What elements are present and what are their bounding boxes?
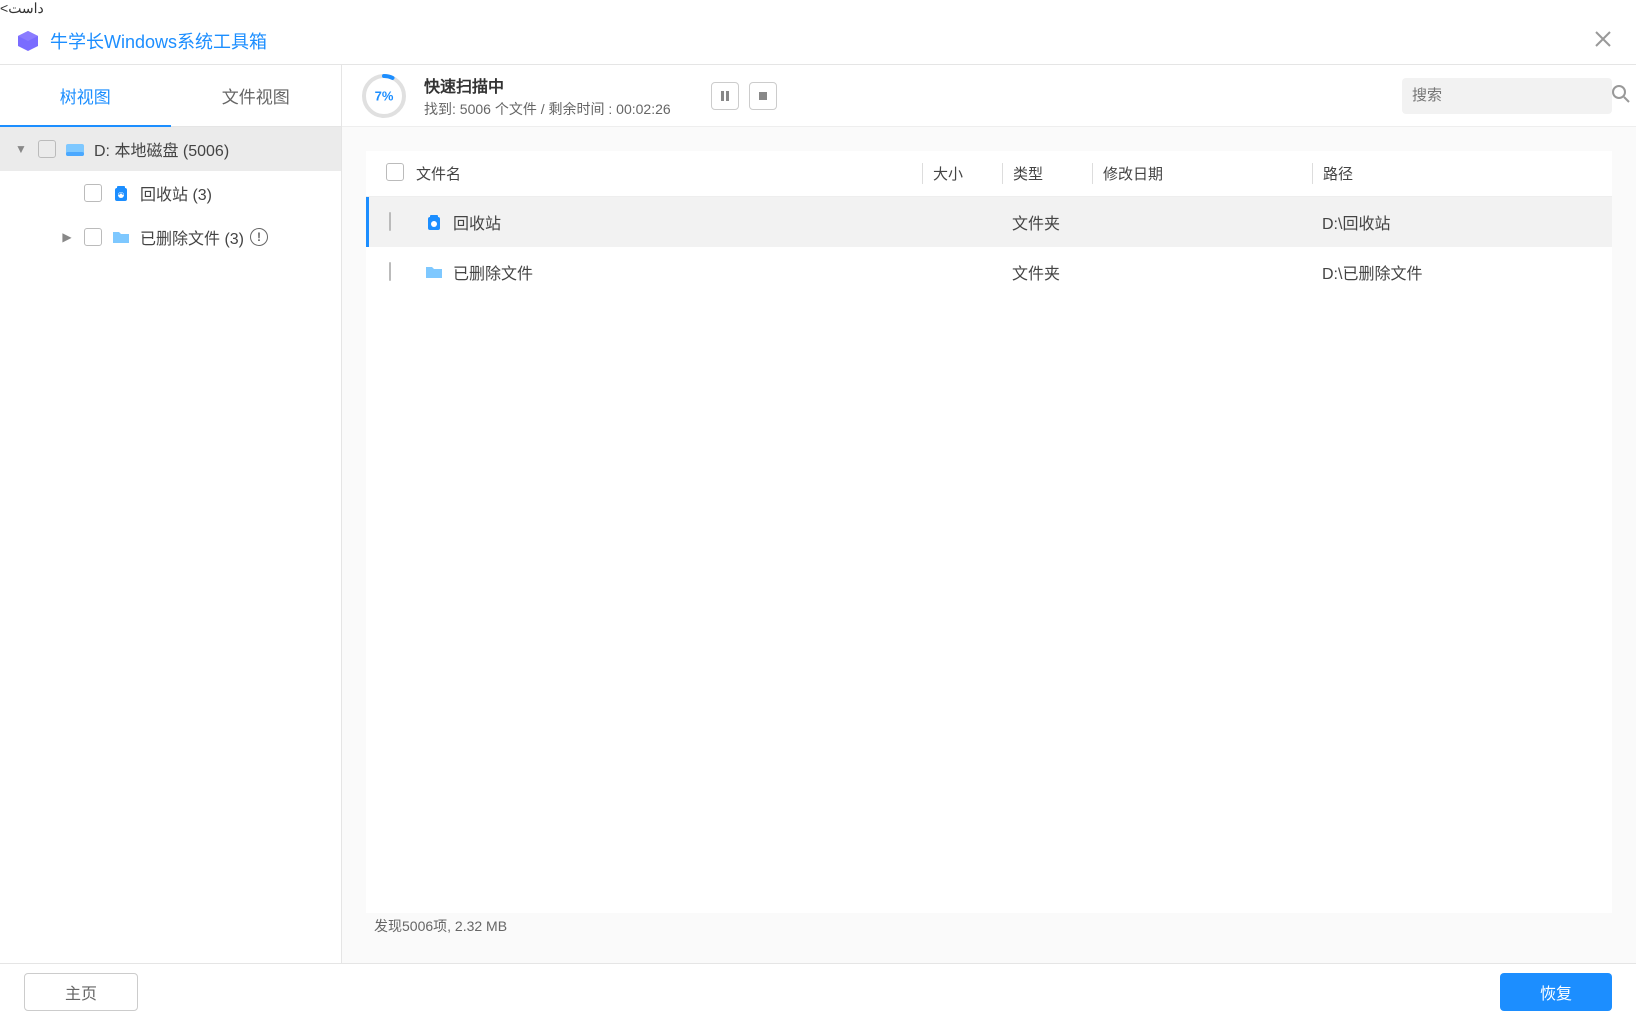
row-path: D:\已删除文件 [1312,260,1592,284]
file-table: 文件名 大小 类型 修改日期 路径 回收站 [366,151,1612,913]
info-icon[interactable]: ! [250,228,268,246]
chevron-down-icon[interactable]: ▼ [12,140,30,158]
tree-item-label: 已删除文件 (3) [140,225,244,249]
sidebar: 树视图 文件视图 ▼ D: 本地磁盘 (5006) 回收站 ( [0,65,342,963]
folder-icon [110,226,132,248]
checkbox[interactable] [84,184,102,202]
remaining-time: 00:02:26 [616,101,671,117]
tab-file-view[interactable]: 文件视图 [171,65,342,126]
chevron-right-icon[interactable]: ▶ [58,228,76,246]
col-header-path[interactable]: 路径 [1312,163,1592,184]
tree-item-label: D: 本地磁盘 (5006) [94,137,229,161]
app-title: 牛学长Windows系统工具箱 [50,28,1586,54]
tree: ▼ D: 本地磁盘 (5006) 回收站 (3) ▶ [0,127,341,963]
titlebar: 牛学长Windows系统工具箱 [0,17,1636,65]
progress-percent: 7% [375,88,394,103]
row-type: 文件夹 [1002,260,1092,284]
col-header-size[interactable]: 大小 [922,163,1002,184]
scan-controls [711,82,777,110]
tree-item-disk[interactable]: ▼ D: 本地磁盘 (5006) [0,127,341,171]
select-all-checkbox[interactable] [386,163,404,181]
bottom-bar: 主页 恢复 [0,963,1636,1019]
search-box[interactable] [1402,78,1612,114]
scan-title: 快速扫描中 [424,73,671,97]
stop-button[interactable] [749,82,777,110]
recover-button[interactable]: 恢复 [1500,973,1612,1011]
table-header: 文件名 大小 类型 修改日期 路径 [366,151,1612,197]
table-row[interactable]: 已删除文件 文件夹 D:\已删除文件 [366,247,1612,297]
scan-info: 快速扫描中 找到: 5006 个文件 / 剩余时间 : 00:02:26 [424,73,671,119]
tree-item-label: 回收站 (3) [140,181,212,205]
col-header-name[interactable]: 文件名 [416,163,922,184]
tab-label: 树视图 [60,83,111,108]
app-logo-icon [16,29,40,53]
recycle-bin-icon [423,211,445,233]
pause-button[interactable] [711,82,739,110]
remaining-label: 剩余时间 : [549,101,613,117]
tree-item-recycle[interactable]: 回收站 (3) [0,171,341,215]
checkbox[interactable] [38,140,56,158]
separator: / [541,101,549,117]
home-button[interactable]: 主页 [24,973,138,1011]
sidebar-tabs: 树视图 文件视图 [0,65,341,127]
col-header-type[interactable]: 类型 [1002,163,1092,184]
search-icon[interactable] [1611,84,1631,107]
found-label: 找到: [424,101,456,117]
progress-ring: 7% [360,72,408,120]
row-checkbox[interactable] [389,262,391,281]
row-path: D:\回收站 [1312,210,1592,234]
col-header-date[interactable]: 修改日期 [1092,163,1312,184]
row-name: 回收站 [453,210,501,234]
recycle-bin-icon [110,182,132,204]
recover-button-label: 恢复 [1540,980,1572,1004]
search-input[interactable] [1412,87,1611,104]
folder-icon [423,261,445,283]
row-checkbox[interactable] [389,212,391,231]
scan-status: 找到: 5006 个文件 / 剩余时间 : 00:02:26 [424,99,671,119]
content-area: 7% 快速扫描中 找到: 5006 个文件 / 剩余时间 : 00:02:26 [342,65,1636,963]
disk-icon [64,138,86,160]
tree-item-deleted[interactable]: ▶ 已删除文件 (3) ! [0,215,341,259]
status-footer: 发现5006项, 2.32 MB [366,913,1612,939]
checkbox[interactable] [84,228,102,246]
table-wrap: 文件名 大小 类型 修改日期 路径 回收站 [342,127,1636,963]
expander-placeholder [58,184,76,202]
table-body: 回收站 文件夹 D:\回收站 已删除文件 [366,197,1612,913]
found-unit: 个文件 [495,101,537,117]
found-count: 5006 [460,101,491,117]
tab-label: 文件视图 [222,83,290,108]
scan-header: 7% 快速扫描中 找到: 5006 个文件 / 剩余时间 : 00:02:26 [342,65,1636,127]
table-row[interactable]: 回收站 文件夹 D:\回收站 [366,197,1612,247]
tab-tree-view[interactable]: 树视图 [0,65,171,126]
row-name: 已删除文件 [453,260,533,284]
row-type: 文件夹 [1002,210,1092,234]
close-button[interactable] [1586,23,1620,59]
home-button-label: 主页 [65,980,97,1004]
